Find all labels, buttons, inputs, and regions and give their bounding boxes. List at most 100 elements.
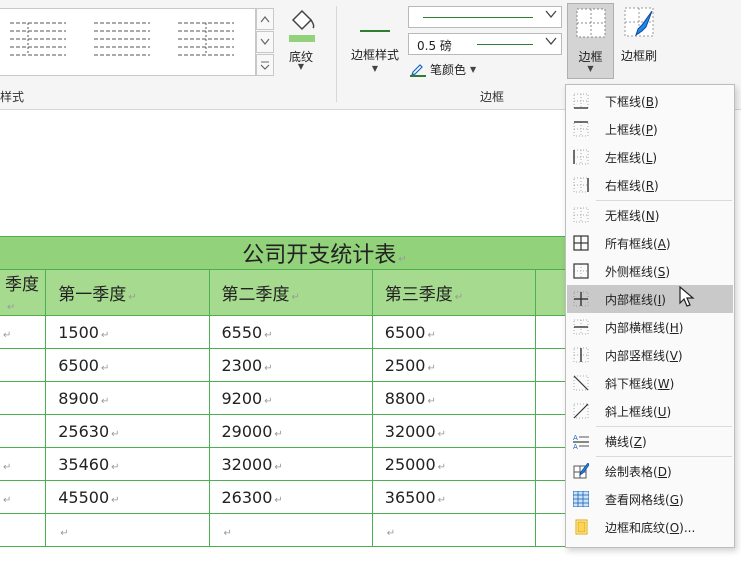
- horizontal-line-icon: AA: [573, 434, 589, 449]
- border-style-label: 边框样式: [350, 48, 399, 62]
- paint-bucket-icon: [289, 9, 315, 42]
- table-cell[interactable]: 9200 ↵: [208, 381, 373, 415]
- paragraph-mark: ↵: [274, 428, 283, 440]
- table-cell[interactable]: 36500 ↵: [371, 480, 537, 514]
- table-style-gallery[interactable]: [0, 8, 256, 76]
- cell-value: 45500: [58, 487, 110, 507]
- line-style-combo[interactable]: [408, 6, 562, 28]
- chevron-down-icon: [545, 36, 557, 49]
- table-cell[interactable]: [0, 381, 47, 415]
- borders-shading-icon: [575, 519, 588, 535]
- mouse-pointer-icon: [679, 286, 695, 307]
- menu-item-left-border[interactable]: 左框线(L): [567, 143, 733, 171]
- table-cell[interactable]: ↵: [208, 513, 373, 547]
- table-cell[interactable]: 35460 ↵: [45, 447, 210, 481]
- header-cell[interactable]: 第一季度 ↵: [45, 269, 210, 316]
- cell-value: 29000: [221, 421, 273, 441]
- menu-item-label: 下框线(B): [605, 95, 659, 109]
- header-cell[interactable]: 季度 ↵: [0, 269, 47, 316]
- borders-icon: [576, 8, 606, 38]
- menu-item-draw-table[interactable]: 绘制表格(D): [567, 457, 733, 485]
- table-cell[interactable]: [0, 348, 47, 382]
- border-style-button[interactable]: 边框样式 ▼: [344, 4, 406, 76]
- table-cell[interactable]: 6500 ↵: [45, 348, 210, 382]
- menu-item-inside-horizontal-border[interactable]: 内部横框线(H): [567, 313, 733, 341]
- menu-item-borders-and-shading[interactable]: 边框和底纹(O)...: [567, 513, 733, 541]
- menu-item-inside-vertical-border[interactable]: 内部竖框线(V): [567, 341, 733, 369]
- table-cell[interactable]: ↵: [0, 447, 47, 481]
- table-cell[interactable]: 25630 ↵: [45, 414, 210, 448]
- table-cell[interactable]: ↵: [45, 513, 210, 547]
- cell-value: 32000: [221, 454, 273, 474]
- gallery-down-button[interactable]: [256, 31, 274, 53]
- cell-value: 8900: [58, 388, 99, 408]
- outside-borders-icon: [573, 263, 589, 279]
- menu-item-label: 查看网格线(G): [605, 493, 684, 507]
- header-cell[interactable]: 第三季度 ↵: [371, 269, 537, 316]
- pen-color-button[interactable]: 笔颜色 ▼: [410, 60, 476, 78]
- inside-vertical-border-icon: [573, 347, 589, 363]
- table-cell[interactable]: 8800 ↵: [371, 381, 537, 415]
- menu-item-diagonal-down-border[interactable]: 斜下框线(W): [567, 369, 733, 397]
- table-cell[interactable]: [0, 513, 47, 547]
- menu-item-view-gridlines[interactable]: 查看网格线(G): [567, 485, 733, 513]
- paragraph-mark: ↵: [291, 292, 300, 303]
- menu-item-right-border[interactable]: 右框线(R): [567, 171, 733, 199]
- table-cell[interactable]: 29000 ↵: [208, 414, 373, 448]
- line-weight-combo[interactable]: 0.5 磅: [408, 33, 562, 55]
- shading-button[interactable]: 底纹 ▼: [280, 4, 322, 74]
- menu-item-horizontal-line[interactable]: AA 横线(Z): [567, 427, 733, 455]
- menu-item-bottom-border[interactable]: 下框线(B): [567, 87, 733, 115]
- menu-item-outside-borders[interactable]: 外侧框线(S): [567, 257, 733, 285]
- table-style-thumbnail[interactable]: [178, 19, 242, 63]
- cell-value: 1500: [58, 322, 99, 342]
- menu-item-diagonal-up-border[interactable]: 斜上框线(U): [567, 397, 733, 425]
- paragraph-mark: ↵: [3, 494, 12, 506]
- border-style-line-icon: [360, 30, 390, 32]
- paragraph-mark: ↵: [100, 329, 110, 341]
- borders-button[interactable]: 边框 ▼: [567, 3, 614, 79]
- paragraph-mark: ↵: [128, 292, 137, 303]
- table-cell[interactable]: 25000 ↵: [371, 447, 537, 481]
- chevron-down-icon: [545, 9, 557, 22]
- paragraph-mark: ↵: [111, 461, 120, 473]
- table-cell[interactable]: ↵: [0, 315, 47, 349]
- header-cell[interactable]: 第二季度 ↵: [208, 269, 373, 316]
- svg-text:A: A: [573, 443, 578, 449]
- paragraph-mark: ↵: [398, 254, 407, 265]
- table-cell[interactable]: 1500 ↵: [45, 315, 210, 349]
- table-cell[interactable]: 2500 ↵: [371, 348, 537, 382]
- gallery-more-button[interactable]: [256, 54, 274, 76]
- table-cell[interactable]: 26300 ↵: [208, 480, 373, 514]
- table-style-thumbnail[interactable]: [94, 19, 158, 63]
- table-cell[interactable]: [0, 414, 47, 448]
- border-brush-button[interactable]: 边框刷: [616, 3, 662, 79]
- top-border-icon: [573, 121, 589, 137]
- table-cell[interactable]: ↵: [371, 513, 537, 547]
- border-group-label: 边框: [480, 90, 505, 104]
- header-label: 季度: [5, 275, 39, 295]
- paragraph-mark: ↵: [3, 329, 12, 341]
- menu-item-no-border[interactable]: 无框线(N): [567, 201, 733, 229]
- table-cell[interactable]: 32000 ↵: [371, 414, 537, 448]
- line-weight-value: 0.5 磅: [417, 39, 452, 53]
- table-cell[interactable]: 8900 ↵: [45, 381, 210, 415]
- menu-item-all-borders[interactable]: 所有框线(A): [567, 229, 733, 257]
- menu-item-inside-borders[interactable]: 内部框线(I): [567, 285, 733, 313]
- table-style-thumbnail[interactable]: [10, 19, 74, 63]
- table-cell[interactable]: 32000 ↵: [208, 447, 373, 481]
- diagonal-up-border-icon: [573, 403, 589, 419]
- cell-value: 25000: [384, 454, 436, 474]
- menu-item-label: 绘制表格(D): [605, 465, 672, 479]
- table-cell[interactable]: 6550 ↵: [208, 315, 373, 349]
- inside-borders-icon: [573, 291, 589, 307]
- table-cell[interactable]: 6500 ↵: [371, 315, 537, 349]
- table-cell[interactable]: ↵: [0, 480, 47, 514]
- table-cell[interactable]: 45500 ↵: [45, 480, 210, 514]
- gallery-up-button[interactable]: [256, 8, 274, 30]
- menu-item-top-border[interactable]: 上框线(P): [567, 115, 733, 143]
- table-cell[interactable]: 2300 ↵: [208, 348, 373, 382]
- svg-text:A: A: [573, 434, 578, 442]
- draw-table-icon: [573, 463, 589, 479]
- header-label: 第一季度: [58, 285, 127, 305]
